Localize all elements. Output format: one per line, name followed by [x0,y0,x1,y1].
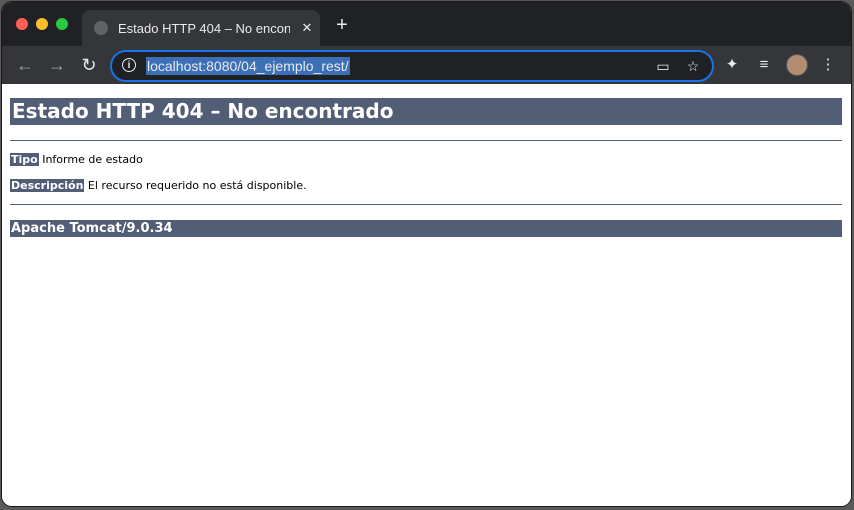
new-tab-button[interactable]: + [332,15,352,35]
close-tab-icon[interactable]: ✕ [298,19,316,37]
cast-icon[interactable]: ▭ [654,57,672,75]
media-control-icon[interactable]: ≡ [754,55,774,75]
server-info: Apache Tomcat/9.0.34 [10,220,842,237]
divider [10,204,842,205]
extensions-icon[interactable]: ✦ [722,55,742,75]
info-icon[interactable]: i [122,58,136,72]
back-button[interactable]: ← [14,54,36,76]
page-content: Estado HTTP 404 – No encontrado Tipo Inf… [2,84,851,506]
type-row: Tipo Informe de estado [10,152,143,168]
type-label: Tipo [10,153,39,166]
type-value: Informe de estado [42,153,143,166]
browser-toolbar: ← → ↻ i localhost:8080/04_ejemplo_rest/ … [2,46,851,84]
tab-title: Estado HTTP 404 – No encontr [118,21,290,36]
globe-icon [94,21,108,35]
url-text[interactable]: localhost:8080/04_ejemplo_rest/ [146,57,350,75]
description-label: Descripción [10,179,85,192]
avatar[interactable] [786,54,808,76]
menu-icon[interactable]: ⋮ [818,55,838,75]
close-window-button[interactable] [16,18,28,30]
tab-active[interactable]: Estado HTTP 404 – No encontr ✕ [82,10,320,46]
address-bar[interactable]: i localhost:8080/04_ejemplo_rest/ ▭ ☆ [110,50,714,82]
minimize-window-button[interactable] [36,18,48,30]
divider [10,140,842,141]
description-value: El recurso requerido no está disponible. [87,179,307,192]
title-bar: Estado HTTP 404 – No encontr ✕ + [2,2,851,46]
reload-button[interactable]: ↻ [78,54,100,76]
description-row: Descripción El recurso requerido no está… [10,178,307,194]
maximize-window-button[interactable] [56,18,68,30]
forward-button[interactable]: → [46,54,68,76]
star-icon[interactable]: ☆ [684,57,702,75]
page-title: Estado HTTP 404 – No encontrado [10,98,842,125]
browser-window: Estado HTTP 404 – No encontr ✕ + ← → ↻ i… [2,2,851,506]
